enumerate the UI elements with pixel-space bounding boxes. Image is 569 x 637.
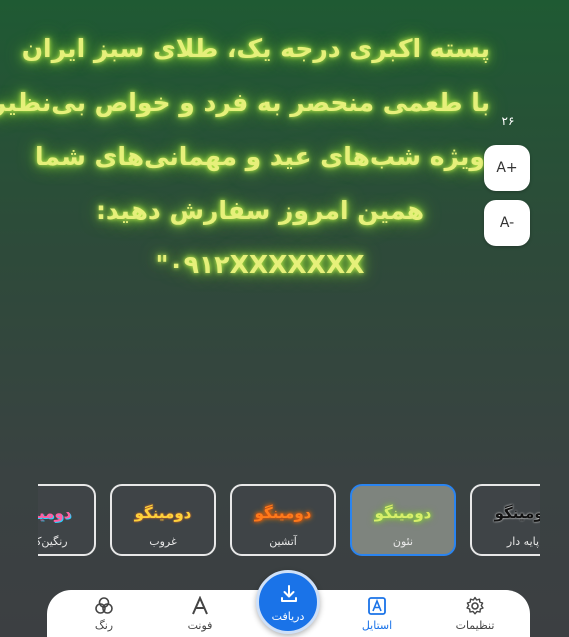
- style-sample: دومینگو: [134, 504, 192, 522]
- style-sample: دومینگو: [38, 504, 72, 522]
- nav-settings[interactable]: تنظیمات: [440, 590, 510, 637]
- font-icon: [192, 596, 208, 615]
- style-sample: دومینگو: [374, 504, 432, 522]
- style-name: غروب: [149, 535, 177, 548]
- nav-style[interactable]: استایل: [342, 590, 412, 637]
- style-card-sunset[interactable]: دومینگو غروب: [110, 484, 216, 556]
- palette-icon: [95, 597, 113, 614]
- download-label: دریافت: [271, 610, 305, 623]
- style-icon: [368, 597, 386, 615]
- style-name: رنگین‌کمان: [38, 535, 68, 548]
- download-button[interactable]: دریافت: [256, 570, 320, 634]
- style-sample: دومینگو: [254, 504, 312, 522]
- style-card-rainbow[interactable]: دومینگو رنگین‌کمان: [38, 484, 96, 556]
- decrease-font-button[interactable]: A-: [484, 200, 530, 246]
- nav-label: رنگ: [94, 619, 114, 632]
- style-name: آتشین: [269, 535, 297, 548]
- style-sample: دومینگو: [494, 504, 540, 522]
- nav-label: فونت: [187, 619, 213, 632]
- increase-font-button[interactable]: A+: [484, 145, 530, 191]
- text-preview: پسته اکبری درجه یک، طلای سبز ایران با طع…: [0, 22, 490, 292]
- nav-label: تنظیمات: [455, 619, 495, 632]
- style-card-neon[interactable]: دومینگو نئون: [350, 484, 456, 556]
- nav-font[interactable]: فونت: [165, 590, 235, 637]
- style-card-fire[interactable]: دومینگو آتشین: [230, 484, 336, 556]
- nav-label: استایل: [361, 619, 393, 632]
- preview-line: با طعمی منحصر به فرد و خواص بی‌نظیر: [0, 88, 490, 117]
- style-name: پایه دار: [506, 535, 540, 548]
- download-icon: [281, 585, 297, 602]
- style-selector[interactable]: دومینگو رنگین‌کمان دومینگو غروب دومینگو …: [38, 484, 540, 560]
- gear-icon: [466, 596, 484, 615]
- preview-line: پسته اکبری درجه یک، طلای سبز ایران: [21, 34, 490, 63]
- preview-line: ویژه شب‌های عید و مهمانی‌های شما: [35, 142, 485, 171]
- style-card-basic[interactable]: دومینگو پایه دار: [470, 484, 540, 556]
- nav-color[interactable]: رنگ: [69, 590, 139, 637]
- preview-line: ۰۹۱۲XXXXXXX": [155, 250, 365, 279]
- font-size-value: ۲۶: [501, 114, 515, 128]
- preview-line: همین امروز سفارش دهید:: [95, 196, 425, 225]
- style-name: نئون: [392, 535, 414, 548]
